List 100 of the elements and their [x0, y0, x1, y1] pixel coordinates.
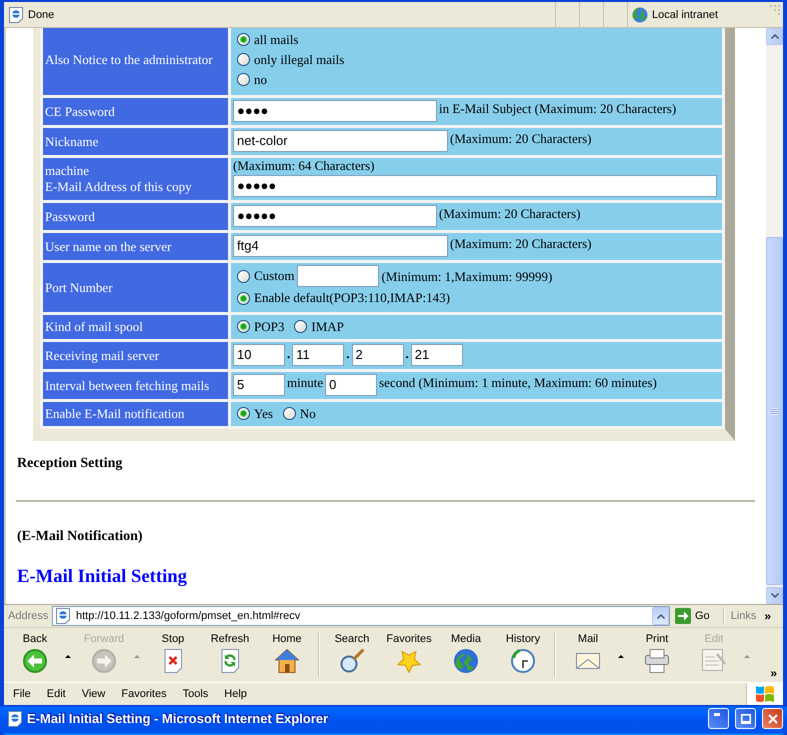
unit-label: minute [287, 374, 324, 391]
maximize-icon [740, 714, 750, 724]
stop-button[interactable]: Stop [146, 628, 200, 678]
search-icon [340, 649, 364, 673]
address-label: Address [8, 610, 50, 622]
octet-separator: . [286, 345, 292, 362]
scroll-down-button[interactable] [766, 587, 783, 604]
menu-item[interactable]: View [74, 683, 114, 705]
unit-label: second (Minimum: 1 minute, Maximum: 60 minutes) [379, 374, 657, 391]
star-icon [397, 649, 421, 673]
address-dropdown-button[interactable] [652, 607, 669, 625]
page-icon [8, 6, 24, 22]
ip-octet-field[interactable]: 2 [352, 344, 404, 366]
dropdown-arrow-icon[interactable] [618, 654, 624, 658]
row-label: Port Number [43, 263, 228, 312]
page-subtitle: (E-Mail Notification) [17, 528, 144, 545]
section-heading: Reception Setting [17, 455, 124, 472]
mail-button[interactable]: Mail [561, 628, 615, 678]
option-label: Custom [254, 268, 294, 284]
number-field[interactable]: 5 [233, 374, 285, 396]
field-hint: (Maximum: 20 Characters) [439, 205, 581, 222]
option-label: no [254, 72, 267, 88]
chevron-down-icon [770, 593, 778, 598]
page-icon [55, 608, 71, 624]
scrollbar-thumb[interactable] [766, 237, 783, 585]
close-button[interactable] [762, 708, 783, 729]
row-label: Receiving mail server [43, 342, 228, 369]
password-field[interactable]: ●●●● [233, 100, 437, 122]
favorites-button[interactable]: Favorites [382, 628, 436, 678]
address-field[interactable]: http://10.11.2.133/goform/pmset_en.html#recv [52, 606, 670, 626]
chevron-up-icon [656, 614, 664, 618]
row-label-line: E-Mail Address of this copy [45, 179, 193, 195]
minimize-button[interactable] [708, 708, 729, 729]
option-label: all mails [254, 32, 298, 48]
menu-item[interactable]: Help [216, 683, 255, 705]
back-arrow-icon [23, 649, 47, 673]
minimize-icon [714, 713, 720, 716]
radio-button[interactable] [282, 407, 296, 420]
radio-button[interactable] [237, 53, 250, 66]
email-field[interactable]: ●●●●● [233, 175, 717, 197]
row-label: CE Password [43, 98, 228, 125]
option-label: No [300, 406, 316, 422]
radio-button[interactable] [237, 270, 250, 282]
links-button[interactable]: Links [730, 610, 756, 622]
ip-octet-field[interactable]: 10 [233, 344, 285, 366]
search-button[interactable]: Search [325, 628, 379, 678]
refresh-button[interactable]: Refresh [203, 628, 257, 678]
port-field[interactable] [297, 265, 380, 287]
text-field[interactable]: net-color [233, 130, 448, 152]
option-label: only illegal mails [254, 52, 344, 68]
page-icon [7, 710, 23, 726]
radio-button[interactable] [294, 320, 308, 333]
radio-button[interactable] [237, 320, 250, 333]
octet-separator: . [345, 345, 350, 362]
dropdown-arrow-icon[interactable] [65, 654, 71, 658]
ip-octet-field[interactable]: 11 [292, 344, 344, 366]
globe-icon [632, 6, 648, 22]
radio-button[interactable] [237, 73, 250, 86]
row-label: Interval between fetching mails [43, 372, 228, 399]
menu-item[interactable]: Edit [38, 683, 74, 705]
window-title: E-Mail Initial Setting - Microsoft Internet Explorer [27, 711, 330, 726]
ip-octet-field[interactable]: 21 [410, 344, 463, 366]
home-button[interactable]: Home [260, 628, 314, 678]
resize-grip-icon[interactable] [769, 4, 781, 16]
field-hint: (Minimum: 1,Maximum: 99999) [381, 268, 552, 284]
option-label: Yes [254, 406, 273, 422]
go-button[interactable]: Go [675, 608, 710, 624]
option-label: Enable default(POP3:110,IMAP:143) [254, 290, 450, 306]
status-text: Done [28, 8, 54, 20]
toolbar-overflow-button[interactable]: » [770, 666, 777, 680]
print-button[interactable]: Print [630, 628, 684, 678]
field-hint: (Maximum: 20 Characters) [450, 130, 592, 147]
row-label-line: machine [45, 163, 90, 179]
page-title: E-Mail Initial Setting [17, 566, 188, 588]
forward-arrow-icon [92, 649, 116, 673]
media-button[interactable]: Media [439, 628, 493, 678]
password-field[interactable]: ●●●●● [233, 205, 437, 227]
maximize-button[interactable] [735, 708, 756, 729]
scroll-up-button[interactable] [766, 28, 783, 45]
radio-button[interactable] [237, 292, 250, 304]
row-label: User name on the server [43, 233, 228, 260]
history-button[interactable]: History [496, 628, 550, 678]
globe-icon [454, 649, 478, 673]
number-field[interactable]: 0 [325, 374, 378, 396]
printer-icon [645, 649, 669, 673]
zone-text: Local intranet [652, 8, 718, 20]
radio-button[interactable] [237, 407, 250, 420]
menu-item[interactable]: File [5, 683, 39, 705]
menu-item[interactable]: Tools [174, 683, 216, 705]
field-hint: (Maximum: 20 Characters) [450, 235, 592, 252]
row-label: Also Notice to the administrator [43, 28, 228, 95]
text-field[interactable]: ftg4 [233, 235, 448, 257]
radio-button[interactable] [237, 33, 250, 46]
flag-logo-icon [755, 685, 775, 703]
option-label: IMAP [311, 318, 344, 334]
back-button[interactable]: Back [8, 628, 62, 678]
menu-item[interactable]: Favorites [113, 683, 175, 705]
links-overflow-button[interactable]: » [764, 609, 772, 623]
house-icon [275, 649, 299, 673]
row-label: Kind of mail spool [43, 315, 228, 339]
